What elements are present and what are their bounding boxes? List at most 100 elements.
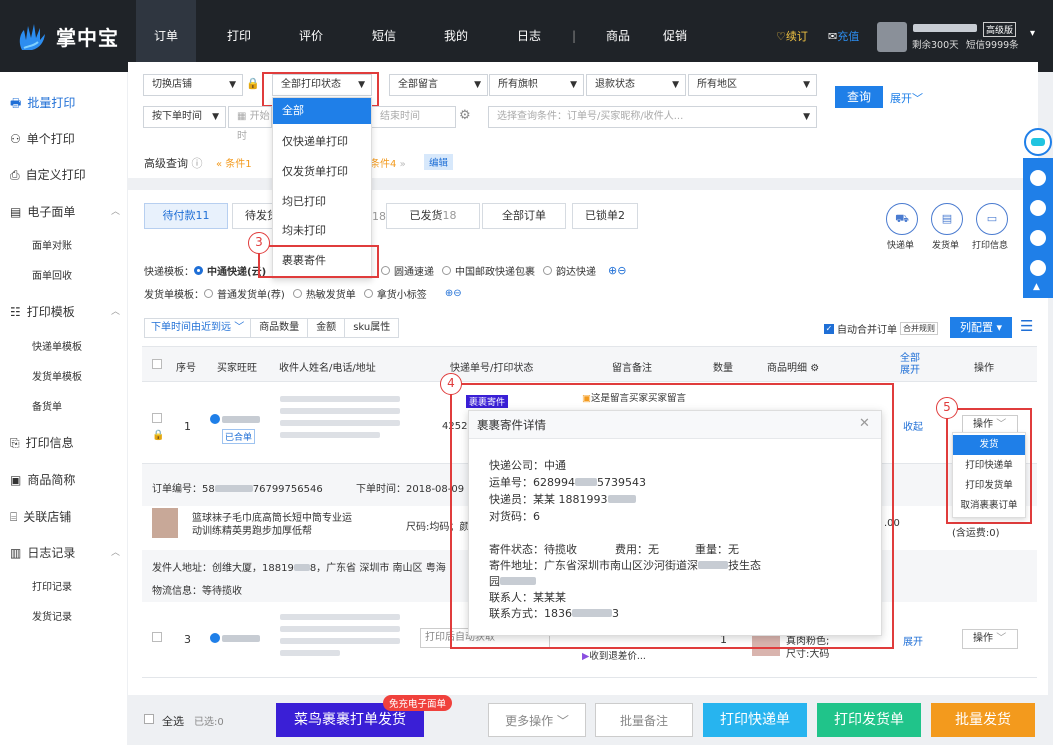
- add-circle-icon[interactable]: ⊕: [445, 288, 453, 299]
- column-config-button[interactable]: 列配置 ▾: [950, 317, 1012, 338]
- edit-conditions-button[interactable]: 编辑: [424, 154, 454, 170]
- list-view-icon[interactable]: ☰: [1020, 317, 1033, 335]
- scroll-top-icon[interactable]: ▲: [1033, 282, 1040, 292]
- sidebar-sub-print-log[interactable]: 打印记录: [32, 579, 72, 597]
- collapse-link[interactable]: 收起: [903, 418, 923, 433]
- product-title[interactable]: 篮球袜子毛巾底高筒长短中筒专业运动训练精英男跑步加厚低帮: [192, 512, 360, 538]
- print-invoice-button[interactable]: 打印发货单: [817, 703, 921, 737]
- sidebar-sub-ship-template[interactable]: 发货单模板: [32, 369, 82, 387]
- lock-icon[interactable]: 🔒: [152, 430, 164, 441]
- search-condition-input[interactable]: 选择查询条件：订单号/买家昵称/收件人... ▼: [488, 106, 817, 128]
- option-express-only[interactable]: 仅快递单打印: [273, 128, 371, 156]
- condition-1-chip[interactable]: « 条件1: [216, 155, 252, 170]
- expand-link[interactable]: 展开﹀: [890, 90, 923, 106]
- sidebar-item-custom-print[interactable]: ⎙ 自定义打印: [10, 164, 86, 186]
- menu-cancel-cainiao[interactable]: 取消裹裹订单: [953, 496, 1025, 516]
- phone-icon[interactable]: [1030, 230, 1046, 246]
- end-time-input[interactable]: 结束时间: [372, 106, 456, 128]
- sidebar-item-product-short[interactable]: ▣ 商品简称: [10, 469, 75, 491]
- option-ship-only[interactable]: 仅发货单打印: [273, 158, 371, 186]
- sort-order-time[interactable]: 下单时间由近到远 ﹀: [145, 319, 252, 337]
- sidebar-item-print-template[interactable]: ☷ 打印模板 ︿: [10, 301, 120, 323]
- sidebar-item-linked-shop[interactable]: ⌸ 关联店铺: [10, 506, 71, 528]
- menu-print-invoice[interactable]: 打印发货单: [953, 476, 1025, 496]
- bell-icon[interactable]: [1030, 200, 1046, 216]
- robot-mascot-icon[interactable]: [1024, 128, 1052, 156]
- row3-expand-link[interactable]: 展开: [903, 633, 923, 648]
- radio-thermal-ship[interactable]: 热敏发货单: [292, 286, 356, 301]
- sidebar-sub-stock[interactable]: 备货单: [32, 399, 62, 417]
- truck-icon[interactable]: ⛟: [886, 203, 918, 235]
- menu-print-express[interactable]: 打印快递单: [953, 456, 1025, 476]
- app-logo[interactable]: 掌中宝: [14, 20, 154, 52]
- invoice-icon[interactable]: ▤: [931, 203, 963, 235]
- radio-zto[interactable]: 中通快递(云): [194, 263, 266, 278]
- sidebar-sub-reconcile[interactable]: 面单对账: [32, 238, 72, 256]
- row3-operation-select[interactable]: 操作 ﹀: [962, 629, 1018, 649]
- nav-sms[interactable]: 短信: [372, 26, 396, 46]
- nav-print[interactable]: 打印: [227, 26, 251, 46]
- product-thumbnail[interactable]: [152, 508, 178, 538]
- sidebar-sub-ship-log[interactable]: 发货记录: [32, 609, 72, 627]
- flag-select[interactable]: 所有旗帜 ▼: [489, 74, 584, 96]
- select-all-checkbox[interactable]: [144, 714, 154, 724]
- wangwang-icon[interactable]: [210, 633, 220, 643]
- radio-yunda[interactable]: 韵达快递: [543, 263, 596, 278]
- sidebar-item-print-info[interactable]: ⎘ 打印信息: [10, 432, 74, 454]
- remove-circle-icon[interactable]: ⊖: [617, 264, 626, 277]
- wangwang-icon[interactable]: [210, 414, 220, 424]
- start-time-input[interactable]: ▦ 开始时: [228, 106, 272, 142]
- sidebar-sub-express-template[interactable]: 快递单模板: [32, 339, 82, 357]
- shop-select[interactable]: 切换店铺 ▼: [143, 74, 243, 96]
- radio-small-label[interactable]: 拿货小标签: [363, 286, 427, 301]
- radio-normal-ship[interactable]: 普通发货单(荐): [204, 286, 285, 301]
- renew-link[interactable]: ♡续订: [776, 28, 808, 44]
- option-none-printed[interactable]: 均未打印: [273, 217, 371, 245]
- condition-4-chip[interactable]: 条件4 »: [370, 155, 406, 170]
- avatar[interactable]: [877, 22, 907, 52]
- account-caret-icon[interactable]: ▾: [1030, 28, 1035, 39]
- settings-gear-icon[interactable]: ⚙: [459, 108, 471, 123]
- row1-checkbox[interactable]: [152, 413, 162, 423]
- expand-all-link[interactable]: 全部展开: [900, 353, 922, 377]
- batch-note-button[interactable]: 批量备注: [595, 703, 693, 737]
- option-all-printed[interactable]: 均已打印: [273, 188, 371, 216]
- region-select[interactable]: 所有地区 ▼: [688, 74, 817, 96]
- recharge-link[interactable]: ✉充值: [828, 28, 859, 44]
- auto-merge-option[interactable]: ✓ 自动合并订单 合并规则: [824, 321, 938, 336]
- add-circle-icon[interactable]: ⊕: [608, 264, 617, 277]
- batch-ship-button[interactable]: 批量发货: [931, 703, 1035, 737]
- nav-products[interactable]: 商品: [606, 26, 630, 46]
- lock-icon[interactable]: 🔒: [246, 77, 260, 90]
- nav-mine[interactable]: 我的: [444, 26, 468, 46]
- sort-amount[interactable]: 金额: [308, 319, 346, 337]
- row3-checkbox[interactable]: [152, 632, 162, 642]
- tab-locked[interactable]: 已锁单2: [572, 203, 638, 229]
- message-select[interactable]: 全部留言 ▼: [389, 74, 488, 96]
- nav-logs[interactable]: 日志: [517, 26, 541, 46]
- sort-quantity[interactable]: 商品数量: [251, 319, 309, 337]
- chat-icon[interactable]: [1030, 170, 1046, 186]
- help-circle-icon[interactable]: ⓘ: [192, 157, 203, 170]
- more-ops-button[interactable]: 更多操作 ﹀: [488, 703, 586, 737]
- merge-rule-tag[interactable]: 合并规则: [900, 322, 938, 335]
- sidebar-item-single-print[interactable]: ⚇ 单个打印: [10, 128, 75, 150]
- sidebar-item-log[interactable]: ▥ 日志记录 ︿: [10, 542, 120, 564]
- order-time-select[interactable]: 按下单时间 ▼: [143, 106, 226, 128]
- option-all[interactable]: 全部: [273, 98, 371, 124]
- menu-ship[interactable]: 发货: [953, 435, 1025, 455]
- select-all-checkbox[interactable]: [152, 359, 162, 369]
- sort-sku[interactable]: sku属性: [345, 319, 398, 337]
- sidebar-item-eform[interactable]: ▤ 电子面单 ︿: [10, 201, 120, 223]
- tab-awaiting-payment[interactable]: 待付款11: [144, 203, 228, 229]
- query-button[interactable]: 查询: [835, 86, 883, 108]
- nav-promotions[interactable]: 促销: [663, 26, 687, 46]
- refund-select[interactable]: 退款状态 ▼: [586, 74, 686, 96]
- id-card-icon[interactable]: ▭: [976, 203, 1008, 235]
- tab-all-orders[interactable]: 全部订单: [482, 203, 566, 229]
- tab-shipped[interactable]: 已发货18: [386, 203, 480, 229]
- nav-reviews[interactable]: 评价: [299, 26, 323, 46]
- remove-circle-icon[interactable]: ⊖: [453, 288, 461, 299]
- help-icon[interactable]: [1030, 260, 1046, 276]
- radio-china-post[interactable]: 中国邮政快递包裹: [442, 263, 535, 278]
